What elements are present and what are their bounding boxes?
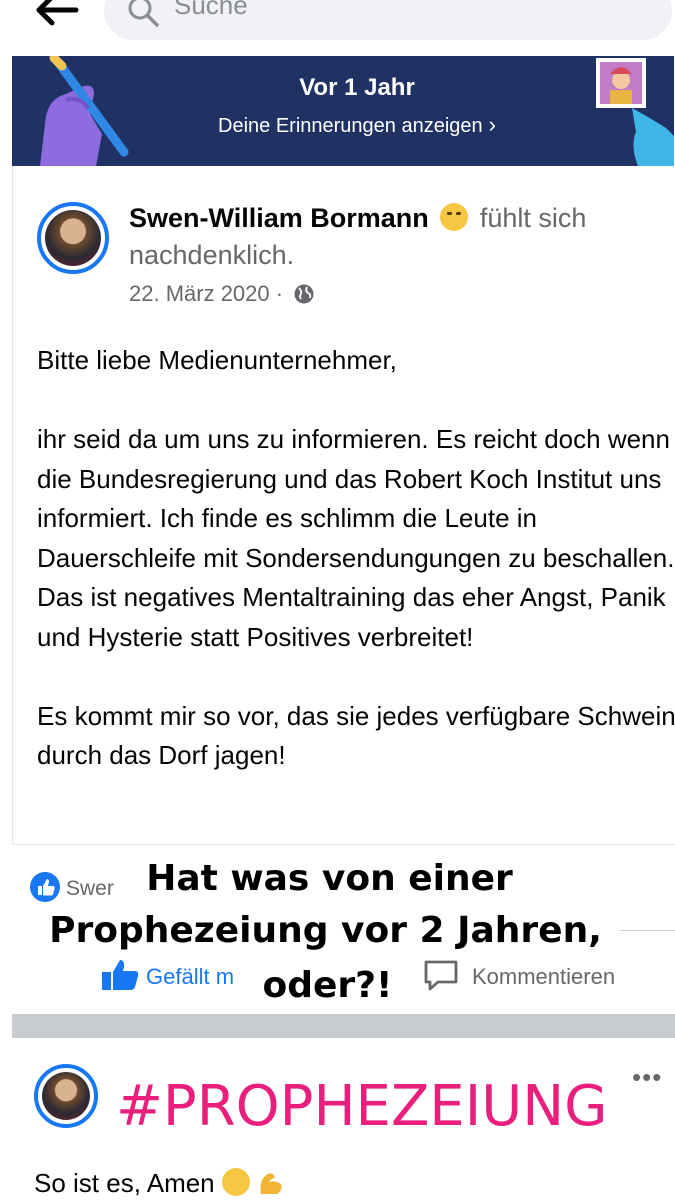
post-paragraph: Bitte liebe Medienunternehmer, xyxy=(37,345,397,375)
search-icon xyxy=(128,0,159,27)
globe-icon xyxy=(294,284,314,304)
feed-separator xyxy=(12,1014,675,1038)
memory-banner[interactable]: Vor 1 Jahr Deine Erinnerungen anzeigen › xyxy=(12,56,674,166)
avatar-photo xyxy=(45,210,101,266)
author-name[interactable]: Swen-William Bormann xyxy=(129,203,429,233)
hand-with-photo-illustration xyxy=(596,58,674,166)
search-input[interactable]: Suche xyxy=(104,0,672,40)
post-meta: 22. März 2020 · xyxy=(129,281,315,307)
post-date[interactable]: 22. März 2020 xyxy=(129,281,270,306)
hand-with-pencil-illustration xyxy=(40,56,129,166)
post-paragraph: Es kommt mir so vor, das sie jedes verfü… xyxy=(37,700,675,771)
flexed-biceps-icon xyxy=(260,1173,282,1194)
meta-separator: · xyxy=(275,281,290,306)
thinking-face-icon xyxy=(440,203,469,231)
back-button[interactable] xyxy=(30,0,82,30)
more-options-icon[interactable]: ••• xyxy=(632,1062,662,1093)
post-paragraph: ihr seid da um uns zu informieren. Es re… xyxy=(37,424,675,652)
show-memories-label: Deine Erinnerungen anzeigen xyxy=(218,115,483,137)
chevron-right-icon: › xyxy=(488,112,496,137)
search-placeholder: Suche xyxy=(174,0,248,20)
top-bar: Suche xyxy=(0,0,675,52)
post-header: Swen-William Bormann fühlt sich nachdenk… xyxy=(129,200,649,274)
post-body: Bitte liebe Medienunternehmer, ihr seid … xyxy=(37,341,675,815)
show-memories-link[interactable]: Deine Erinnerungen anzeigen › xyxy=(12,112,674,138)
memory-post-card: Swen-William Bormann fühlt sich nachdenk… xyxy=(12,166,675,845)
overlay-caption-line: oder?! xyxy=(262,965,393,1006)
avatar[interactable] xyxy=(34,1064,98,1128)
banner-title: Vor 1 Jahr xyxy=(299,74,415,101)
avatar-photo xyxy=(42,1072,90,1120)
second-post-body: So ist es, Amen xyxy=(34,1168,215,1198)
back-arrow-icon xyxy=(36,0,79,26)
overlay-caption-line: Prophezeiung vor 2 Jahren, xyxy=(49,910,602,951)
overlay-caption-line: Hat was von einer xyxy=(146,858,513,899)
avatar[interactable] xyxy=(37,202,109,274)
second-post-text: So ist es, Amen xyxy=(34,1168,285,1199)
hashtag-text[interactable]: #PROPHEZEIUNG xyxy=(116,1074,607,1139)
smiling-face-with-halo-icon xyxy=(221,1168,250,1196)
